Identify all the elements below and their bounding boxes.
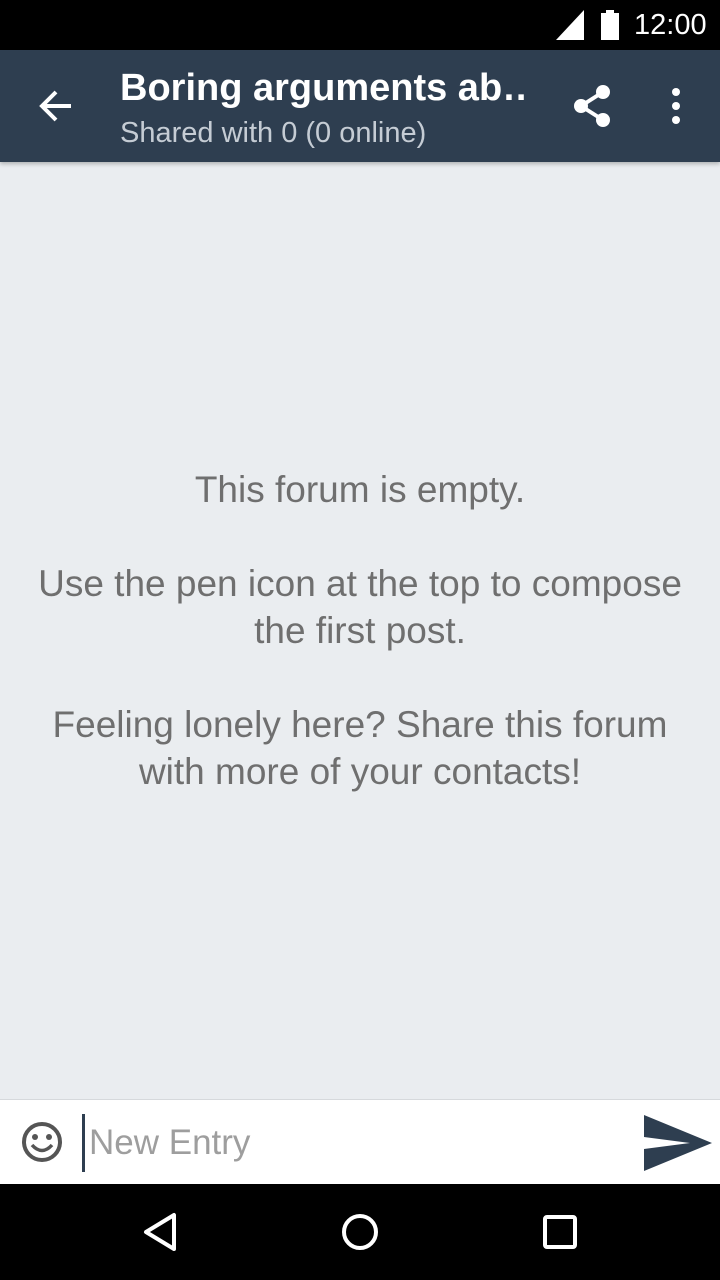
nav-home-button[interactable] [330,1202,390,1262]
more-vert-icon [672,88,680,124]
signal-icon [556,10,584,40]
nav-back-button[interactable] [130,1204,190,1260]
share-button[interactable] [560,70,624,142]
battery-icon [601,10,619,40]
send-icon [644,1115,712,1171]
new-entry-input[interactable] [82,1114,622,1172]
empty-state-line-2: Use the pen icon at the top to compose t… [38,563,682,651]
emoji-button[interactable] [18,1118,66,1166]
back-button[interactable] [20,70,92,142]
empty-state-line-1: This forum is empty. [194,469,526,510]
more-options-button[interactable] [650,70,702,142]
nav-recents-icon [543,1215,577,1249]
status-time: 12:00 [634,9,707,41]
composer-bar [0,1099,720,1185]
status-bar: 12:00 [0,0,720,50]
nav-recents-button[interactable] [530,1202,590,1262]
app-screen: 12:00 Boring arguments ab… Shared with 0… [0,0,720,1280]
share-icon [574,85,610,127]
app-bar: Boring arguments ab… Shared with 0 (0 on… [0,50,720,162]
nav-back-icon [144,1213,176,1251]
page-title: Boring arguments ab… [120,67,530,109]
empty-state-line-3: Feeling lonely here? Share this forum wi… [52,704,668,792]
navigation-bar [0,1184,720,1280]
empty-state-message: This forum is empty. Use the pen icon at… [30,466,690,842]
emoji-icon [22,1122,62,1162]
page-subtitle: Shared with 0 (0 online) [120,117,427,149]
send-button[interactable] [640,1110,716,1176]
back-arrow-icon [39,90,71,122]
nav-home-icon [342,1214,378,1250]
